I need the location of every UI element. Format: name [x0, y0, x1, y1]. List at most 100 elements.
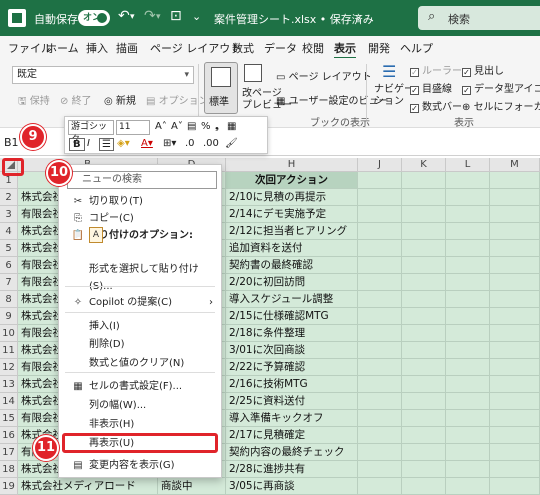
empty-cell[interactable]: [446, 359, 490, 376]
hide-item[interactable]: 非表示(H): [59, 416, 221, 433]
redo-dropdown-icon[interactable]: ▾: [156, 12, 161, 22]
clear-contents-item[interactable]: 数式と値のクリア(N): [59, 355, 221, 372]
row-header[interactable]: 15: [0, 410, 18, 427]
empty-cell[interactable]: [358, 257, 402, 274]
empty-cell[interactable]: [446, 189, 490, 206]
cell-h[interactable]: 2/14にデモ実施予定: [226, 206, 358, 223]
column-width-item[interactable]: 列の幅(W)...: [59, 397, 221, 414]
column-header-k[interactable]: K: [402, 158, 446, 172]
empty-cell[interactable]: [402, 223, 446, 240]
empty-cell[interactable]: [358, 376, 402, 393]
empty-cell[interactable]: [490, 240, 540, 257]
undo-dropdown-icon[interactable]: ▾: [130, 12, 135, 22]
accounting-format-icon[interactable]: ▤: [187, 121, 196, 132]
cell-h[interactable]: 2/22に予算確認: [226, 359, 358, 376]
row-header[interactable]: 8: [0, 291, 18, 308]
empty-cell[interactable]: [402, 172, 446, 189]
empty-cell[interactable]: [446, 172, 490, 189]
column-header-h[interactable]: H: [226, 158, 358, 172]
empty-cell[interactable]: [490, 444, 540, 461]
search-box[interactable]: ⌕ 検索: [418, 6, 540, 30]
column-header-l[interactable]: L: [446, 158, 490, 172]
increase-decimal-icon[interactable]: .00: [203, 138, 219, 149]
table-format-icon[interactable]: ▦: [227, 121, 236, 132]
empty-cell[interactable]: [358, 240, 402, 257]
cell-h[interactable]: 契約内容の最終チェック: [226, 444, 358, 461]
row-header[interactable]: 17: [0, 444, 18, 461]
undo-icon[interactable]: ↶: [118, 8, 130, 24]
cell-h[interactable]: 2/18に条件整理: [226, 325, 358, 342]
cell-h[interactable]: 追加資料を送付: [226, 240, 358, 257]
tab-review[interactable]: 校閲: [302, 40, 324, 56]
row-header[interactable]: 2: [0, 189, 18, 206]
empty-cell[interactable]: [446, 478, 490, 495]
row-header[interactable]: 13: [0, 376, 18, 393]
tab-insert[interactable]: 挿入: [86, 40, 108, 56]
row-header[interactable]: 9: [0, 308, 18, 325]
empty-cell[interactable]: [358, 325, 402, 342]
font-color-icon[interactable]: A▾: [141, 138, 153, 149]
empty-cell[interactable]: [358, 274, 402, 291]
cell-d[interactable]: 商談中: [158, 478, 226, 495]
row-header[interactable]: 10: [0, 325, 18, 342]
column-header-m[interactable]: M: [490, 158, 540, 172]
tab-developer[interactable]: 開発: [368, 40, 390, 56]
delete-item[interactable]: 削除(D): [59, 336, 221, 353]
empty-cell[interactable]: [358, 308, 402, 325]
empty-cell[interactable]: [446, 308, 490, 325]
customize-qat-icon[interactable]: ⌄: [192, 10, 201, 23]
empty-cell[interactable]: [490, 427, 540, 444]
empty-cell[interactable]: [358, 461, 402, 478]
new-view-button[interactable]: ◎ 新規: [104, 92, 136, 107]
empty-cell[interactable]: [358, 427, 402, 444]
cell-h[interactable]: 2/20に初回訪問: [226, 274, 358, 291]
empty-cell[interactable]: [402, 257, 446, 274]
empty-cell[interactable]: [446, 444, 490, 461]
cell-h[interactable]: 契約書の最終確認: [226, 257, 358, 274]
row-header[interactable]: 19: [0, 478, 18, 495]
tab-formulas[interactable]: 数式: [232, 40, 254, 56]
tab-data[interactable]: データ: [264, 40, 297, 56]
empty-cell[interactable]: [490, 206, 540, 223]
empty-cell[interactable]: [490, 410, 540, 427]
navigation-button[interactable]: ナビゲー ション: [374, 84, 414, 108]
empty-cell[interactable]: [446, 342, 490, 359]
empty-cell[interactable]: [490, 359, 540, 376]
comma-style-icon[interactable]: ❟: [215, 121, 219, 132]
cell-h[interactable]: 導入スケジュール調整: [226, 291, 358, 308]
font-size-select[interactable]: 11: [116, 120, 150, 135]
formula-bar-checkbox[interactable]: ✓ 数式バー: [410, 98, 462, 113]
cell-h[interactable]: 2/16に技術MTG: [226, 376, 358, 393]
empty-cell[interactable]: [446, 206, 490, 223]
empty-cell[interactable]: [446, 376, 490, 393]
row-header[interactable]: 5: [0, 240, 18, 257]
screenshot-icon[interactable]: ⊡: [170, 8, 182, 24]
tab-help[interactable]: ヘルプ: [400, 40, 433, 56]
cell-h[interactable]: 導入準備キックオフ: [226, 410, 358, 427]
empty-cell[interactable]: [446, 461, 490, 478]
empty-cell[interactable]: [446, 223, 490, 240]
empty-cell[interactable]: [446, 410, 490, 427]
empty-cell[interactable]: [446, 427, 490, 444]
row-header[interactable]: 14: [0, 393, 18, 410]
empty-cell[interactable]: [402, 478, 446, 495]
data-type-icon-checkbox[interactable]: ✓データ型アイコン: [462, 80, 540, 95]
empty-cell[interactable]: [358, 223, 402, 240]
percent-style-icon[interactable]: %: [201, 121, 211, 132]
paste-special-item[interactable]: 形式を選択して貼り付け(S)...: [59, 261, 221, 292]
empty-cell[interactable]: [402, 410, 446, 427]
cell-focus-button[interactable]: ⊕ セルにフォーカス: [462, 98, 540, 113]
custom-views-button[interactable]: ▦ ユーザー設定のビュー: [276, 92, 388, 107]
bold-icon[interactable]: B: [69, 138, 85, 151]
tab-home[interactable]: ホーム: [46, 40, 79, 56]
empty-cell[interactable]: [402, 444, 446, 461]
empty-cell[interactable]: [402, 342, 446, 359]
cell-h[interactable]: 2/12に担当者ヒアリング: [226, 223, 358, 240]
empty-cell[interactable]: [358, 444, 402, 461]
menu-search-input[interactable]: ニューの検索: [67, 171, 217, 189]
row-header[interactable]: 6: [0, 257, 18, 274]
italic-icon[interactable]: I: [87, 138, 90, 149]
empty-cell[interactable]: [358, 291, 402, 308]
row-header[interactable]: 12: [0, 359, 18, 376]
fill-color-icon[interactable]: ◈▾: [117, 138, 130, 149]
